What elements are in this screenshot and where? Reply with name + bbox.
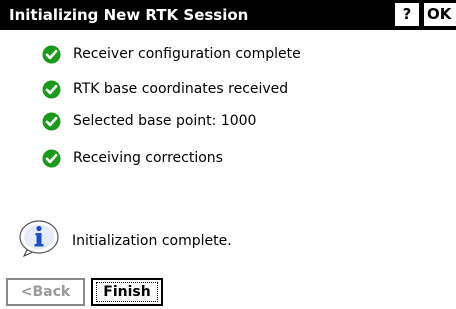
finish-button[interactable]: Finish bbox=[91, 278, 163, 306]
info-message: Initialization complete. bbox=[72, 233, 232, 249]
status-label: RTK base coordinates received bbox=[73, 81, 289, 97]
check-circle-icon bbox=[42, 149, 61, 168]
back-button[interactable]: <Back bbox=[6, 278, 85, 306]
help-button[interactable]: ? bbox=[395, 3, 419, 26]
check-circle-icon bbox=[42, 45, 61, 64]
info-icon bbox=[19, 220, 59, 257]
check-circle-icon bbox=[42, 80, 61, 99]
status-label: Receiver configuration complete bbox=[73, 46, 301, 62]
status-label: Selected base point: 1000 bbox=[73, 113, 257, 129]
check-circle-icon bbox=[42, 112, 61, 131]
finish-button-label: Finish bbox=[103, 284, 151, 300]
title-bar: Initializing New RTK Session ? OK bbox=[0, 0, 456, 30]
window-title: Initializing New RTK Session bbox=[9, 6, 249, 24]
ok-button[interactable]: OK bbox=[424, 3, 456, 26]
status-label: Receiving corrections bbox=[73, 150, 223, 166]
